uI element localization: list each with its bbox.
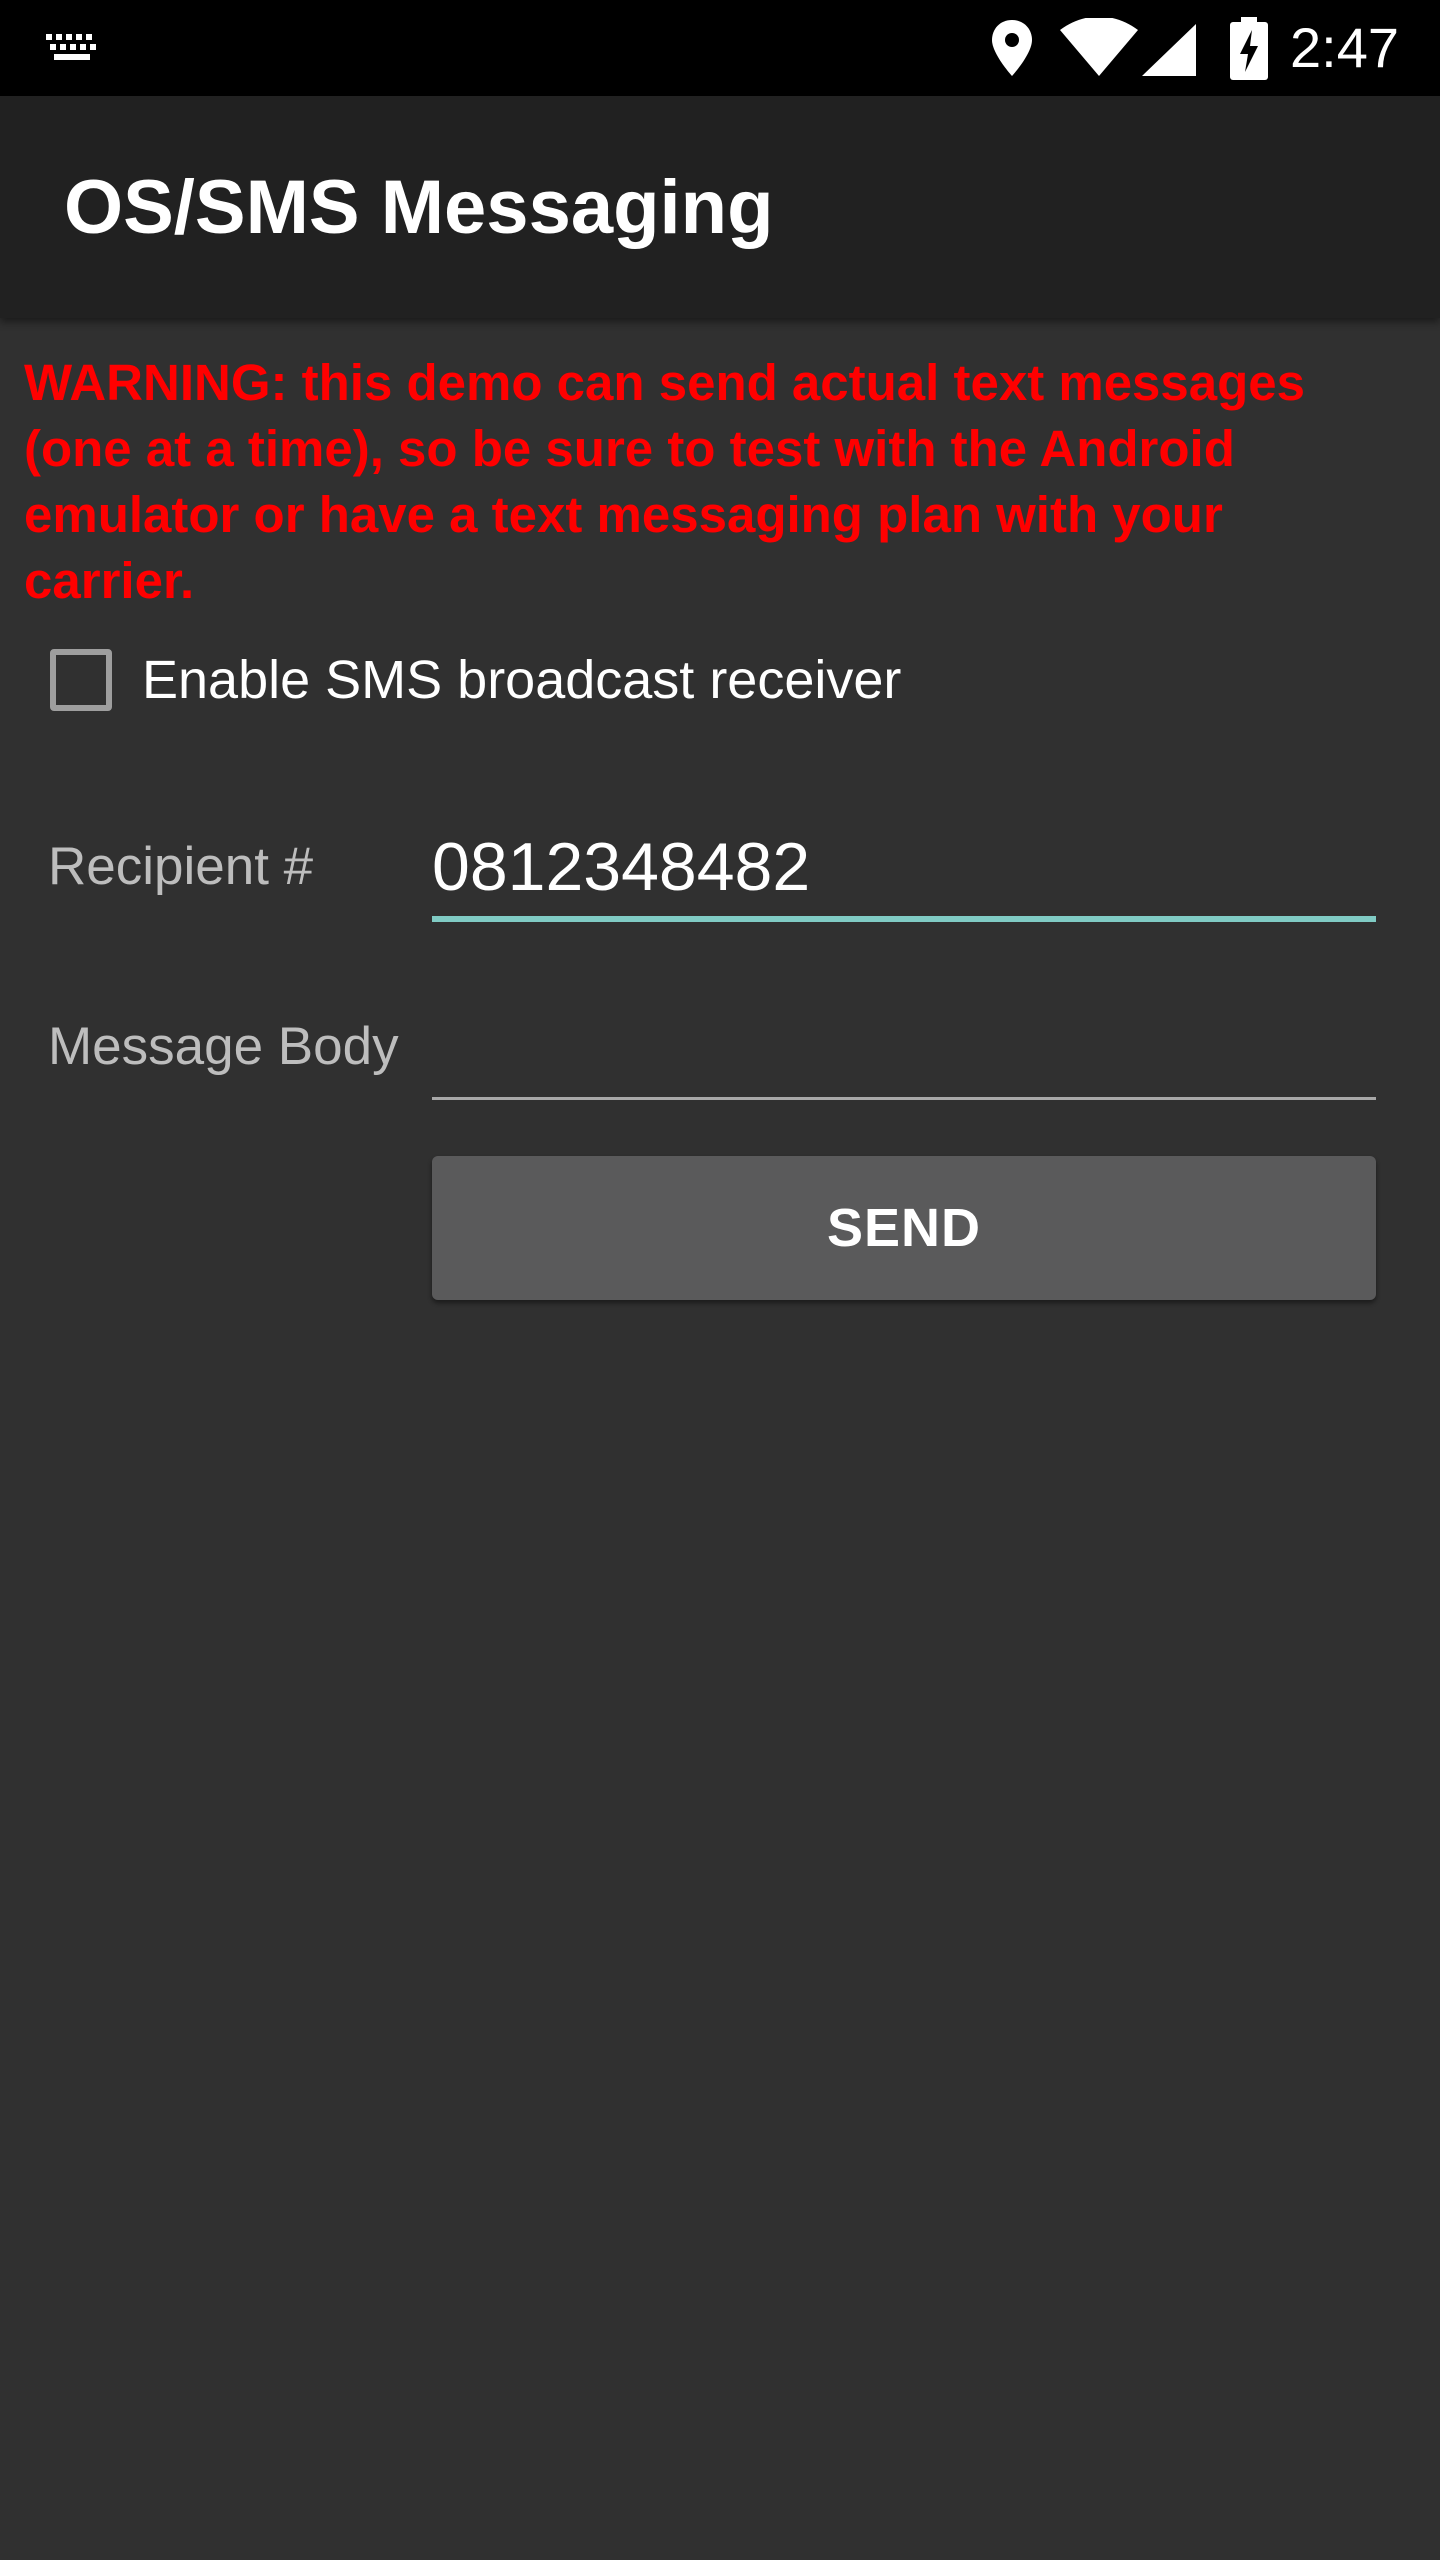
battery-charging-icon (1230, 17, 1268, 80)
checkbox-label: Enable SMS broadcast receiver (142, 650, 902, 710)
message-body-label: Message Body (48, 1017, 399, 1076)
status-time: 2:47 (1290, 16, 1399, 79)
app-bar: OS/SMS Messaging (0, 96, 1440, 318)
keyboard-icon (46, 34, 96, 60)
send-button[interactable]: SEND (432, 1156, 1376, 1300)
location-icon (992, 20, 1032, 76)
app-title: OS/SMS Messaging (64, 165, 774, 250)
status-bar: 2:47 (0, 0, 1440, 96)
recipient-input[interactable] (432, 818, 1376, 922)
sms-receiver-toggle[interactable]: Enable SMS broadcast receiver (50, 640, 901, 720)
signal-icon (1142, 24, 1196, 76)
checkbox[interactable] (50, 649, 112, 711)
wifi-icon (1060, 18, 1138, 76)
warning-text: WARNING: this demo can send actual text … (24, 354, 1306, 609)
recipient-label: Recipient # (48, 837, 314, 896)
message-body-input[interactable] (432, 1000, 1376, 1100)
